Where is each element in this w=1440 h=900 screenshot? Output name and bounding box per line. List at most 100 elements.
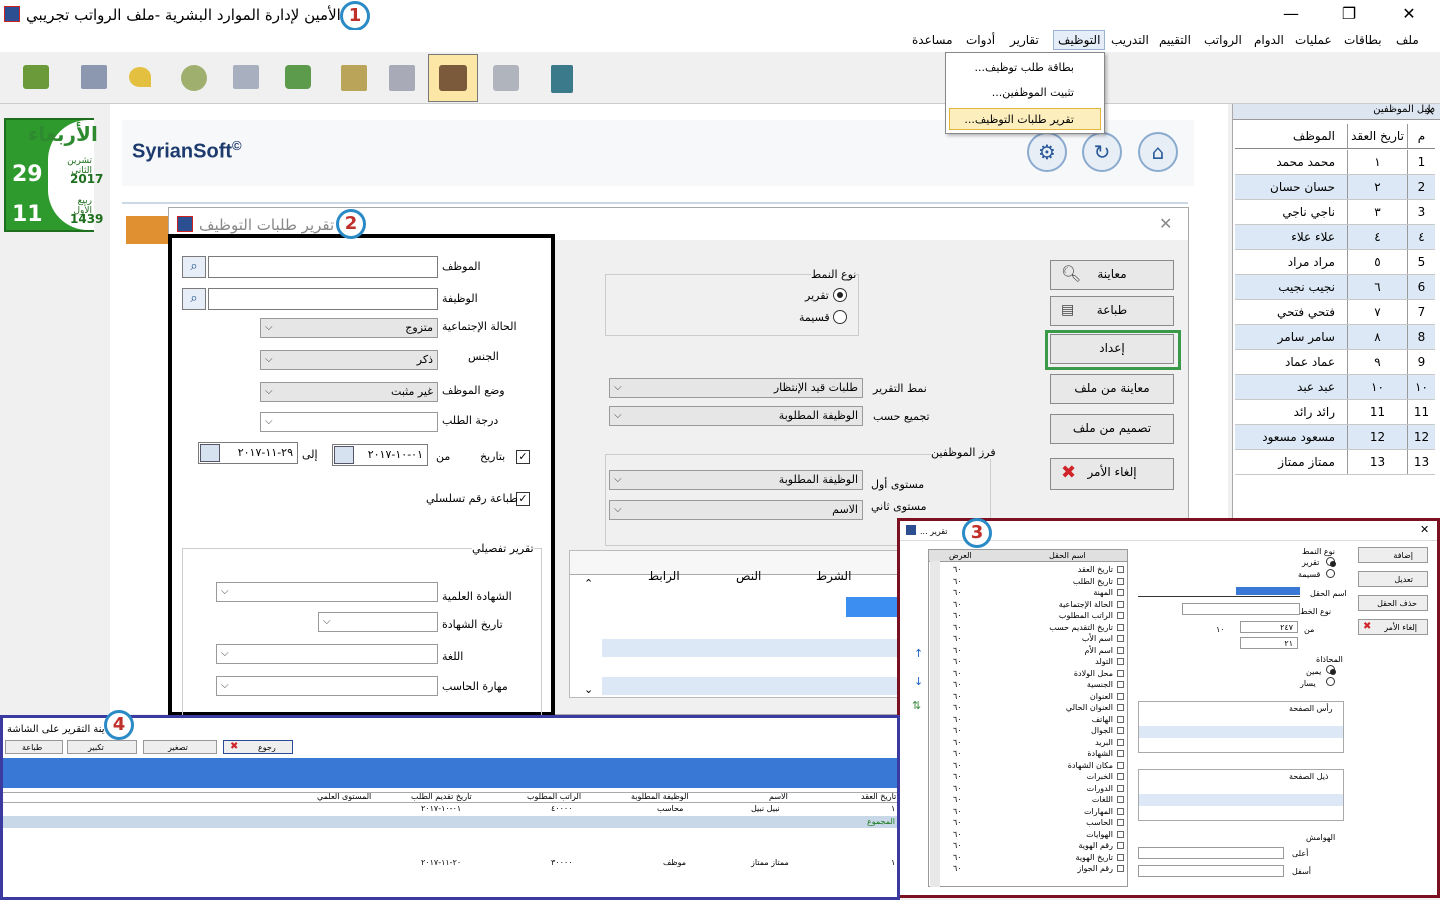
field-checkbox[interactable] [1117,612,1124,619]
field-checkbox[interactable] [1117,681,1124,688]
job-search-field[interactable] [208,288,438,310]
field-checkbox[interactable] [1117,715,1124,723]
employee-row[interactable]: 2 ٢ حسان حسان [1235,175,1435,200]
inset3-from-field[interactable]: ٢٤٧ [1240,621,1298,633]
employee-row[interactable]: 7 ٧ فتحي فتحي [1235,300,1435,325]
menu-item-applications-report[interactable]: تقرير طلبات التوظيف... [964,113,1074,126]
field-list-row[interactable]: رقم الهوية ٦٠ [929,840,1127,852]
menu-recruitment[interactable]: التوظيف [1053,30,1106,50]
marital-select[interactable]: متزوج ⌵ [260,318,438,338]
inset4-zoom-out-button[interactable]: تصغير [143,740,217,754]
preview-from-file-button[interactable]: معاينة من ملف [1050,374,1174,404]
by-date-checkbox[interactable]: ✓ [516,450,530,464]
menu-file[interactable]: ملف [1396,33,1419,47]
field-list-row[interactable]: اسم الأم ٦٠ [929,645,1127,657]
field-list-row[interactable]: اللغات ٦٠ [929,794,1127,806]
field-list-row[interactable]: الجنسية ٦٠ [929,679,1127,691]
panel-close-icon[interactable]: × [1425,104,1435,118]
field-checkbox[interactable] [1117,727,1124,734]
move-down-icon[interactable]: ↓ [914,675,923,688]
inset3-to-field[interactable]: ٢١ [1240,637,1298,649]
setup-button[interactable]: إعداد [1050,334,1174,364]
field-checkbox[interactable] [1117,658,1124,665]
employee-search-field[interactable] [208,256,438,278]
from-calendar-icon[interactable] [334,446,354,464]
field-checkbox[interactable] [1117,566,1124,573]
to-calendar-icon[interactable] [200,444,220,462]
fields-scrollbar[interactable] [930,561,940,887]
employee-row[interactable]: 9 ٩ عماد عماد [1235,350,1435,375]
inset4-zoom-in-button[interactable]: تكبير [67,740,137,754]
serial-checkbox[interactable]: ✓ [516,492,530,506]
field-checkbox[interactable] [1117,589,1124,596]
employee-row[interactable]: 3 ٣ ناجي ناجي [1235,200,1435,225]
cancel-button[interactable]: ✖ إلغاء الأمر [1050,458,1174,490]
inset3-align-a-radio[interactable] [1326,665,1336,675]
field-list-row[interactable]: الراتب المطلوب ٦٠ [929,610,1127,622]
inset3-delete-button[interactable]: حذف الحقل [1358,595,1428,611]
inset3-close-icon[interactable]: ✕ [1420,523,1429,536]
field-checkbox[interactable] [1117,704,1124,711]
attendance-icon[interactable] [224,56,268,100]
employee-row[interactable]: 13 13 ممتاز ممتاز [1235,450,1435,475]
preview-button[interactable]: 🔍︎ معاينة [1050,260,1174,290]
grid-scroll-down-icon[interactable]: ⌄ [584,683,593,696]
inset4-back-button[interactable]: ✖ رجوع [223,740,293,754]
field-list-row[interactable]: الخبرات ٦٠ [929,771,1127,783]
field-checkbox[interactable] [1117,738,1124,746]
employee-row[interactable]: 12 12 مسعود مسعود [1235,425,1435,450]
field-list-row[interactable]: البريد ٦٠ [929,737,1127,749]
payroll-icon[interactable] [276,56,320,100]
field-checkbox[interactable] [1117,796,1124,803]
employee-row[interactable]: ٤ ٤ علاء علاء [1235,225,1435,250]
move-up-icon[interactable]: ↑ [914,647,923,660]
inset3-line-select[interactable] [1182,603,1300,615]
field-checkbox[interactable] [1117,750,1124,757]
field-list-row[interactable]: الحالة الإجتماعية ٦٠ [929,599,1127,611]
field-list-row[interactable]: الدورات ٦٠ [929,783,1127,795]
inset3-style-a-radio[interactable] [1326,557,1336,567]
inset3-edit-button[interactable]: تعديل [1358,571,1428,587]
calculator-icon[interactable] [484,56,528,100]
computer-select[interactable]: ⌵ [216,676,438,696]
field-list-row[interactable]: الحاسب ٦٠ [929,817,1127,829]
inset3-align-b-radio[interactable] [1326,677,1335,686]
inset3-bottom-field[interactable] [1138,865,1284,877]
field-checkbox[interactable] [1117,623,1124,631]
employee-row[interactable]: ١٠ ١٠ عبد عبد [1235,375,1435,400]
field-checkbox[interactable] [1117,842,1124,849]
field-checkbox[interactable] [1117,761,1124,769]
employee-row[interactable]: 5 ٥ مراد مراد [1235,250,1435,275]
field-list-row[interactable]: تاريخ العقد ٦٠ [929,564,1127,576]
sort-level1-select[interactable]: الوظيفة المطلوبة ⌵ [609,470,863,490]
dialog-close-button[interactable]: ✕ [1159,214,1172,233]
print-button[interactable]: ▤ طباعة [1050,296,1174,326]
field-checkbox[interactable] [1117,692,1124,700]
certificate-select[interactable]: ⌵ [216,582,438,602]
inset3-field-name-input[interactable] [1138,587,1300,597]
grid-scroll-up-icon[interactable]: ⌃ [584,577,593,590]
books-icon[interactable] [332,56,376,100]
field-checkbox[interactable] [1117,819,1124,826]
menu-cards[interactable]: بطاقات [1344,33,1382,47]
refresh-icon[interactable]: ↻ [1082,132,1122,172]
sort-level2-select[interactable]: الاسم ⌵ [609,500,863,520]
field-checkbox[interactable] [1117,784,1124,792]
field-checkbox[interactable] [1117,635,1124,642]
cert-date-select[interactable]: ⌵ [318,612,438,632]
field-list-row[interactable]: المهارات ٦٠ [929,806,1127,818]
inset3-top-field[interactable] [1138,847,1284,859]
menu-evaluation[interactable]: التقييم [1159,33,1191,47]
pin-icon[interactable] [118,56,162,100]
job-search-icon[interactable]: ⌕ [182,288,206,310]
close-button[interactable]: ✕ [1386,4,1432,26]
employee-row[interactable]: 1 ١ محمد محمد [1235,150,1435,175]
field-list-row[interactable]: تاريخ الطلب ٦٠ [929,576,1127,588]
field-list-row[interactable]: الهوايات ٦٠ [929,829,1127,841]
open-folder-icon[interactable] [14,56,58,100]
inset3-cancel-button[interactable]: إلغاء الأمر ✖ [1358,619,1428,635]
employee-row[interactable]: 11 11 رائد رائد [1235,400,1435,425]
employees-icon[interactable] [428,54,478,102]
language-select[interactable]: ⌵ [216,644,438,664]
menu-operations[interactable]: عمليات [1295,33,1332,47]
